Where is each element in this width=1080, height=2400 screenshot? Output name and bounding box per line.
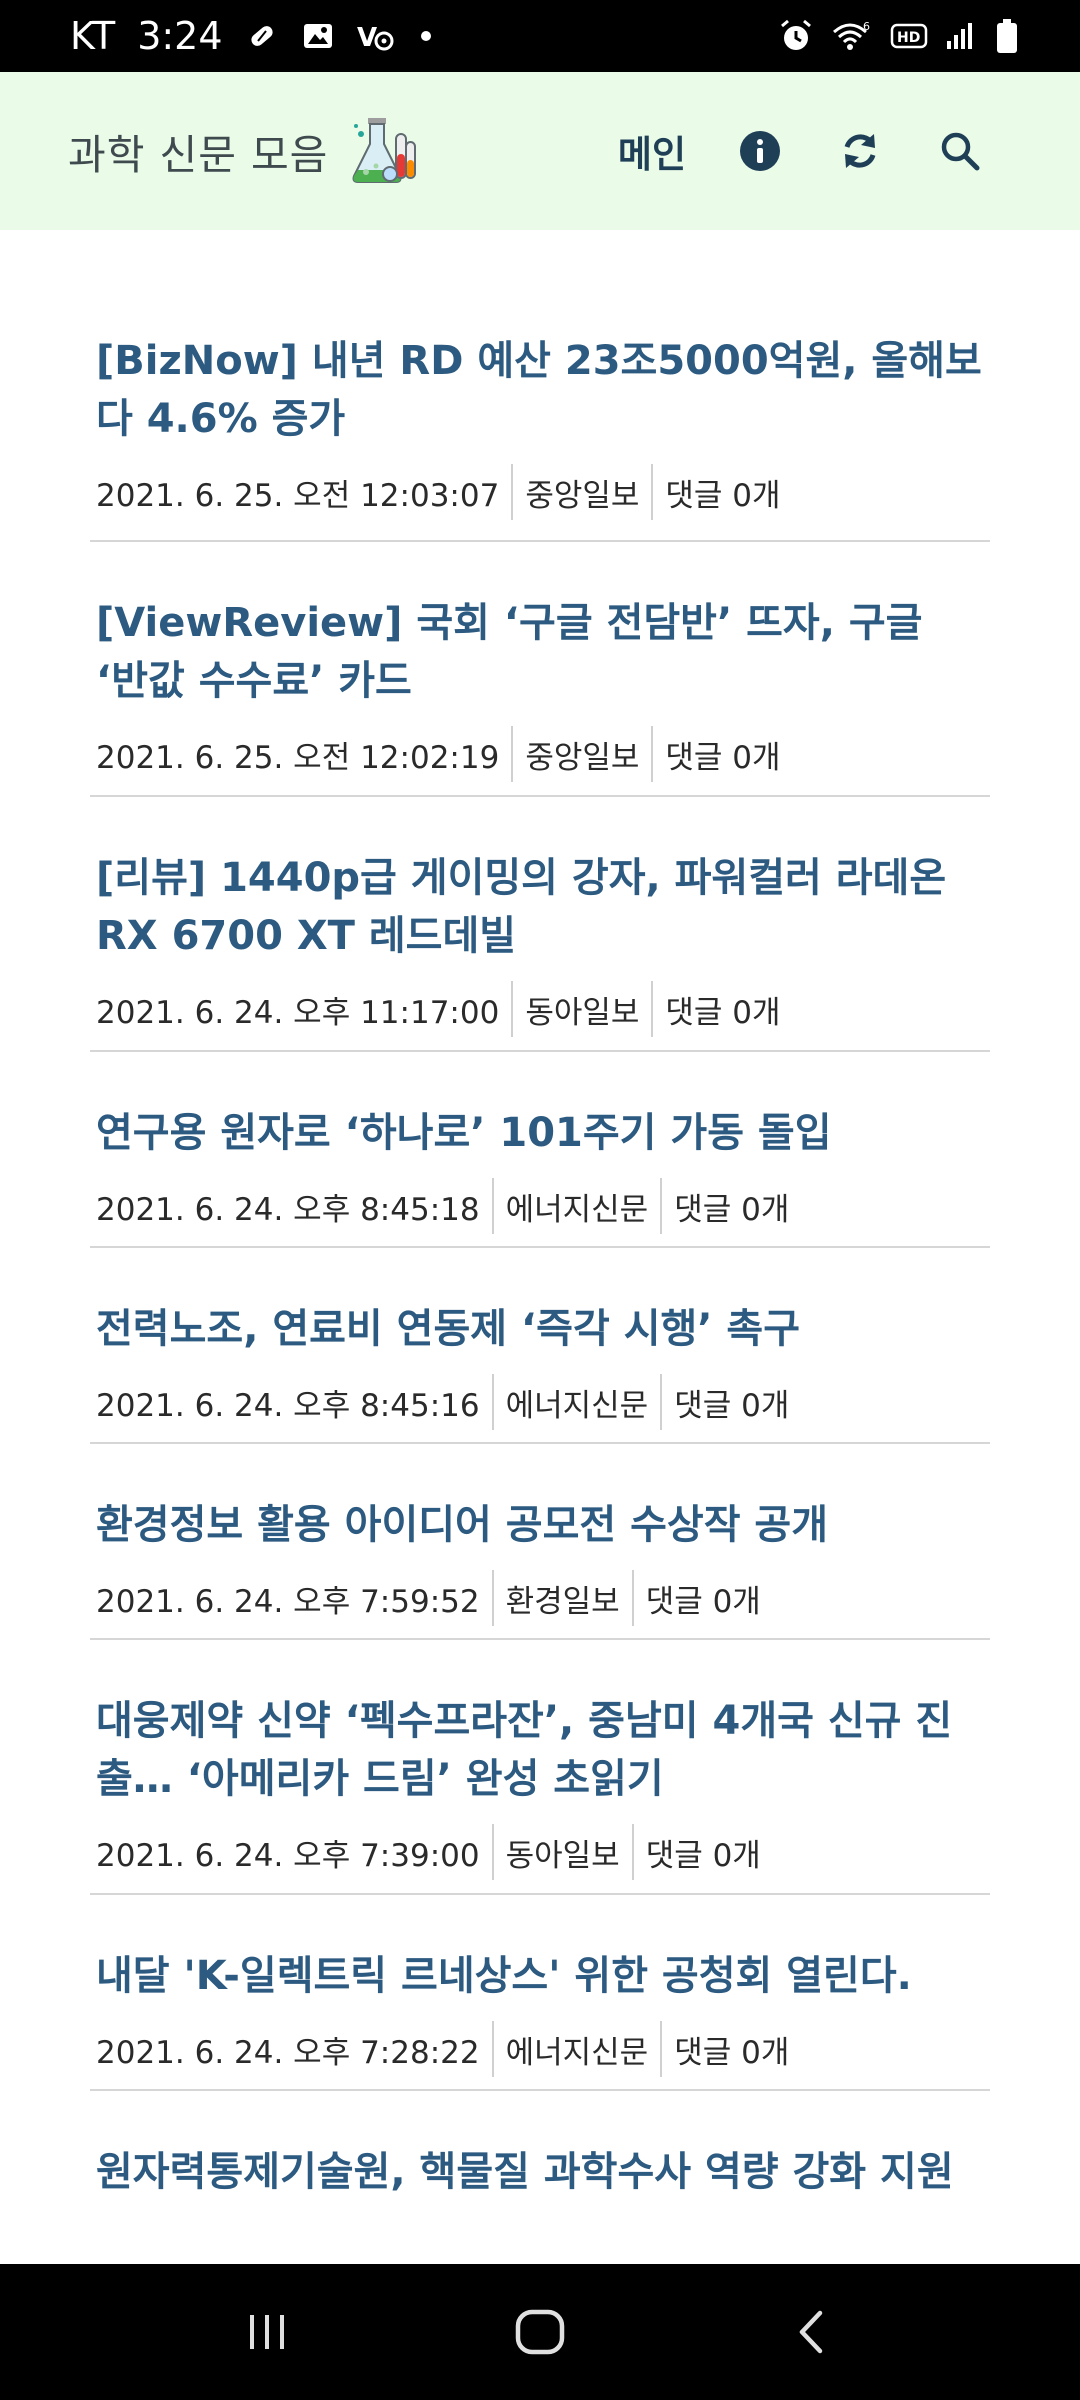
news-date: 2021. 6. 24. 오후 8:45:16: [96, 1387, 480, 1424]
news-item[interactable]: 원자력통제기술원, 핵물질 과학수사 역량 강화 지원: [90, 2091, 990, 2201]
news-comments[interactable]: 댓글 0개: [660, 1374, 801, 1430]
news-title[interactable]: 환경정보 활용 아이디어 공모전 수상작 공개: [96, 1496, 984, 1554]
carrier-label: KT: [70, 14, 116, 58]
clock: 3:24: [137, 14, 223, 58]
navigation-bar: [0, 2264, 1080, 2400]
news-title[interactable]: 대웅제약 신약 ‘펙수프라잔’, 중남미 4개국 신규 진출… ‘아메리카 드림…: [96, 1692, 984, 1808]
news-title[interactable]: 전력노조, 연료비 연동제 ‘즉각 시행’ 촉구: [96, 1300, 984, 1358]
news-list: [BizNow] 내년 RD 예산 23조5000억원, 올해보다 4.6% 증…: [90, 230, 990, 2201]
news-source: 에너지신문: [491, 2021, 661, 2077]
status-right: 6 HD: [778, 17, 1020, 55]
news-date: 2021. 6. 24. 오후 8:45:18: [96, 1191, 480, 1228]
gallery-icon: [301, 19, 335, 53]
signal-icon: [944, 19, 978, 53]
news-meta: 2021. 6. 24. 오후 7:39:00 동아일보 댓글 0개: [96, 1824, 984, 1880]
svg-text:6: 6: [863, 20, 870, 33]
news-date: 2021. 6. 24. 오후 7:28:22: [96, 2034, 480, 2071]
news-date: 2021. 6. 24. 오후 11:17:00: [96, 994, 500, 1031]
dot-icon: [419, 29, 433, 43]
news-item[interactable]: [ViewReview] 국회 ‘구글 전담반’ 뜨자, 구글 ‘반값 수수료’…: [90, 542, 990, 797]
news-source: 동아일보: [491, 1824, 632, 1880]
news-title[interactable]: 내달 'K-일렉트릭 르네상스' 위한 공청회 열린다.: [96, 1947, 984, 2005]
info-icon[interactable]: [730, 121, 790, 181]
news-title[interactable]: [ViewReview] 국회 ‘구글 전담반’ 뜨자, 구글 ‘반값 수수료’…: [96, 594, 984, 710]
news-source: 에너지신문: [491, 1374, 661, 1430]
news-source: 동아일보: [511, 981, 651, 1037]
news-source: 중앙일보: [511, 464, 651, 520]
news-comments[interactable]: 댓글 0개: [651, 726, 792, 782]
news-meta: 2021. 6. 24. 오후 11:17:00 동아일보 댓글 0개: [96, 981, 984, 1037]
news-item[interactable]: 내달 'K-일렉트릭 르네상스' 위한 공청회 열린다. 2021. 6. 24…: [90, 1895, 990, 2091]
app-title: 과학 신문 모음: [68, 131, 329, 179]
news-meta: 2021. 6. 24. 오후 8:45:16 에너지신문 댓글 0개: [96, 1374, 984, 1430]
news-date: 2021. 6. 25. 오전 12:03:07: [96, 477, 500, 514]
back-icon[interactable]: [758, 2277, 868, 2387]
news-comments[interactable]: 댓글 0개: [651, 464, 792, 520]
news-comments[interactable]: 댓글 0개: [660, 2021, 801, 2077]
svg-text:HD: HD: [897, 30, 920, 46]
header-actions: 메인: [618, 121, 990, 181]
news-comments[interactable]: 댓글 0개: [631, 1824, 773, 1880]
news-title[interactable]: [BizNow] 내년 RD 예산 23조5000억원, 올해보다 4.6% 증…: [96, 332, 984, 448]
news-date: 2021. 6. 25. 오전 12:02:19: [96, 739, 500, 776]
news-item[interactable]: 연구용 원자로 ‘하나로’ 101주기 가동 돌입 2021. 6. 24. 오…: [90, 1052, 990, 1248]
alarm-icon: [778, 18, 814, 54]
news-comments[interactable]: 댓글 0개: [660, 1178, 801, 1234]
news-title[interactable]: 연구용 원자로 ‘하나로’ 101주기 가동 돌입: [96, 1104, 984, 1162]
news-comments[interactable]: 댓글 0개: [631, 1570, 773, 1626]
status-bar: KT 3:24 V 6 HD: [0, 0, 1080, 72]
app-header: 과학 신문 모음 메인: [0, 72, 1080, 230]
news-title[interactable]: 원자력통제기술원, 핵물질 과학수사 역량 강화 지원: [96, 2143, 984, 2201]
news-source: 환경일보: [491, 1570, 632, 1626]
news-date: 2021. 6. 24. 오후 7:59:52: [96, 1583, 480, 1620]
news-title[interactable]: [리뷰] 1440p급 게이밍의 강자, 파워컬러 라데온 RX 6700 XT…: [96, 849, 984, 965]
news-comments[interactable]: 댓글 0개: [651, 981, 792, 1037]
news-date: 2021. 6. 24. 오후 7:39:00: [96, 1837, 480, 1874]
status-left: KT 3:24 V: [70, 14, 433, 58]
wifi-6-icon: 6: [830, 18, 874, 54]
news-item[interactable]: 전력노조, 연료비 연동제 ‘즉각 시행’ 촉구 2021. 6. 24. 오후…: [90, 1248, 990, 1444]
news-item[interactable]: [리뷰] 1440p급 게이밍의 강자, 파워컬러 라데온 RX 6700 XT…: [90, 797, 990, 1052]
news-item[interactable]: 환경정보 활용 아이디어 공모전 수상작 공개 2021. 6. 24. 오후 …: [90, 1444, 990, 1640]
news-item[interactable]: 대웅제약 신약 ‘펙수프라잔’, 중남미 4개국 신규 진출… ‘아메리카 드림…: [90, 1640, 990, 1895]
hd-voice-icon: HD: [890, 22, 928, 50]
menu-main[interactable]: 메인: [618, 124, 686, 178]
home-icon[interactable]: [485, 2277, 595, 2387]
news-item[interactable]: [BizNow] 내년 RD 예산 23조5000억원, 올해보다 4.6% 증…: [90, 230, 990, 542]
battery-icon: [994, 17, 1020, 55]
news-meta: 2021. 6. 25. 오전 12:02:19 중앙일보 댓글 0개: [96, 726, 984, 782]
svg-text:V: V: [357, 23, 377, 53]
recent-apps-icon[interactable]: [212, 2277, 322, 2387]
chemistry-flasks-icon: [346, 114, 420, 188]
refresh-icon[interactable]: [830, 121, 890, 181]
pill-icon: [245, 19, 279, 53]
news-source: 에너지신문: [491, 1178, 661, 1234]
vpn-settings-icon: V: [357, 19, 397, 53]
news-meta: 2021. 6. 25. 오전 12:03:07 중앙일보 댓글 0개: [96, 464, 984, 520]
news-meta: 2021. 6. 24. 오후 8:45:18 에너지신문 댓글 0개: [96, 1178, 984, 1234]
news-meta: 2021. 6. 24. 오후 7:59:52 환경일보 댓글 0개: [96, 1570, 984, 1626]
search-icon[interactable]: [930, 121, 990, 181]
news-meta: 2021. 6. 24. 오후 7:28:22 에너지신문 댓글 0개: [96, 2021, 984, 2077]
news-source: 중앙일보: [511, 726, 651, 782]
